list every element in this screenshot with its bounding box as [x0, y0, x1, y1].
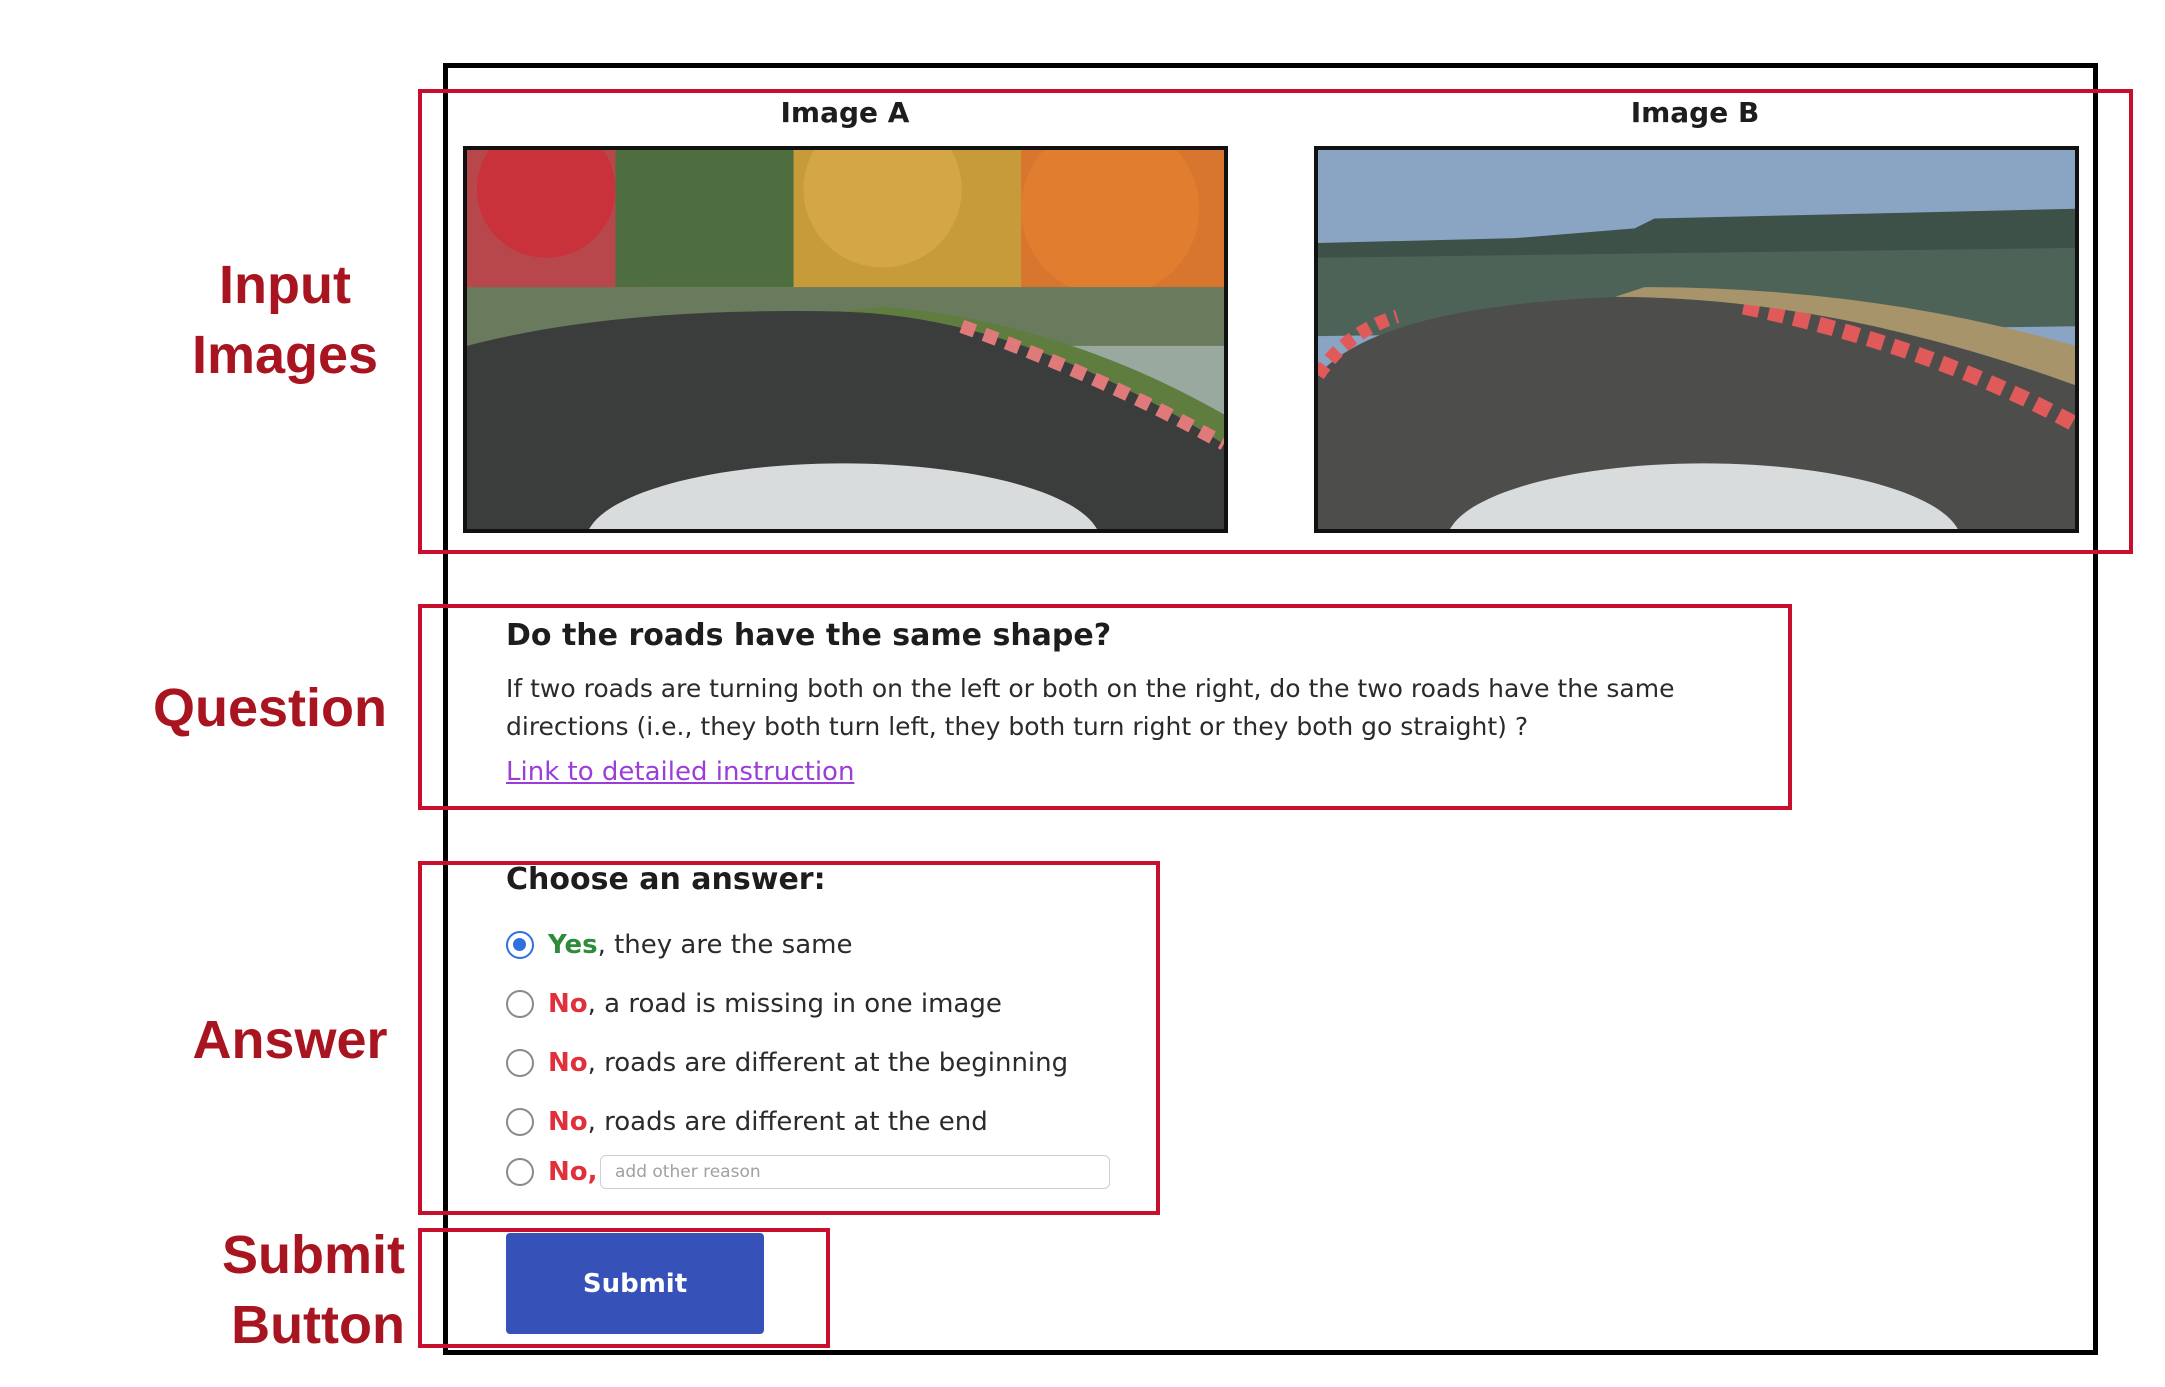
option-yes-text: , they are the same [597, 930, 853, 960]
answer-option-no-beginning[interactable]: No , roads are different at the beginnin… [506, 1043, 1068, 1083]
option-no-end-text: , roads are different at the end [587, 1107, 988, 1137]
submit-button[interactable]: Submit [506, 1233, 764, 1334]
label-input-images-line1: Input [219, 255, 351, 315]
answer-title: Choose an answer: [506, 862, 826, 897]
detailed-instruction-link[interactable]: Link to detailed instruction [506, 757, 854, 787]
question-title: Do the roads have the same shape? [506, 618, 1112, 653]
radio-yes-same[interactable] [506, 931, 534, 959]
label-input-images: Input Images [180, 250, 390, 390]
label-submit-button: Submit Button [195, 1220, 405, 1360]
question-description: If two roads are turning both on the lef… [506, 674, 1675, 741]
image-b-road-scene [1318, 150, 2075, 529]
image-a-road-scene [467, 150, 1224, 529]
answer-option-no-missing[interactable]: No , a road is missing in one image [506, 984, 1002, 1024]
option-no-other-text: , [587, 1157, 598, 1187]
image-a-title: Image A [780, 96, 910, 129]
option-no-other-lead: No [548, 1157, 588, 1187]
other-reason-input[interactable] [600, 1155, 1110, 1189]
answer-option-yes-same[interactable]: Yes , they are the same [506, 925, 852, 965]
label-submit-line2: Button [231, 1295, 405, 1355]
option-no-beginning-lead: No [548, 1048, 588, 1078]
radio-no-other[interactable] [506, 1158, 534, 1186]
image-b-title: Image B [1630, 96, 1760, 129]
radio-no-missing[interactable] [506, 990, 534, 1018]
radio-no-beginning[interactable] [506, 1049, 534, 1077]
image-a [463, 146, 1228, 533]
label-submit-line1: Submit [222, 1225, 405, 1285]
option-no-missing-lead: No [548, 989, 588, 1019]
option-no-missing-text: , a road is missing in one image [587, 989, 1002, 1019]
option-no-beginning-text: , roads are different at the beginning [587, 1048, 1069, 1078]
answer-option-no-end[interactable]: No , roads are different at the end [506, 1102, 988, 1142]
answer-option-no-other[interactable]: No , [506, 1152, 598, 1192]
option-yes-lead: Yes [548, 930, 598, 960]
label-input-images-line2: Images [191, 325, 379, 385]
label-question: Question [152, 678, 387, 738]
radio-no-end[interactable] [506, 1108, 534, 1136]
image-b [1314, 146, 2079, 533]
option-no-end-lead: No [548, 1107, 588, 1137]
label-answer: Answer [192, 1010, 388, 1070]
